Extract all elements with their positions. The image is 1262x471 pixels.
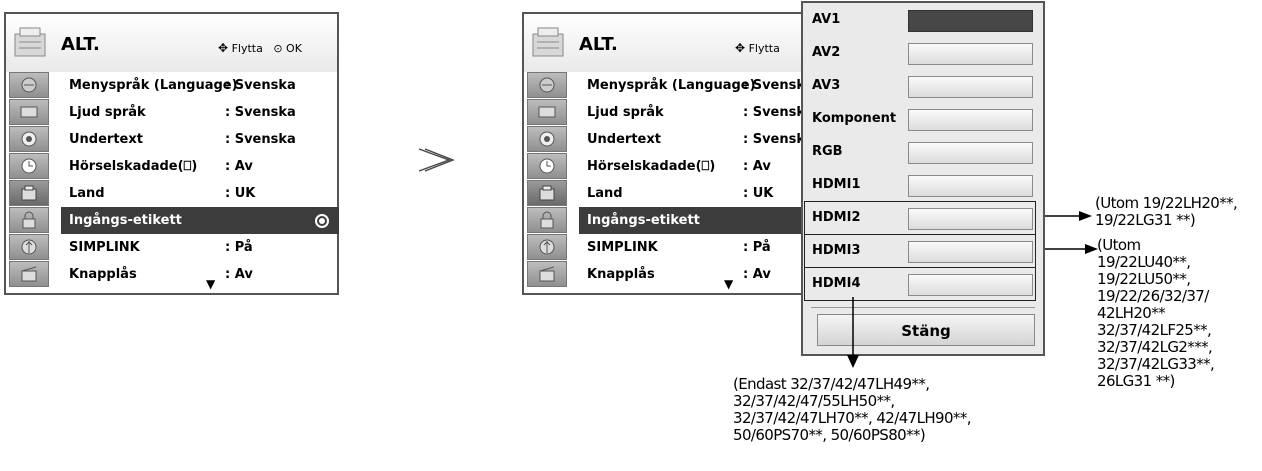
callout-arrows	[847, 211, 1098, 368]
hdmi4-arrowhead-icon	[847, 355, 859, 368]
hdmi4-model-note: (Endast 32/37/42/47LH49**, 32/37/42/47/5…	[733, 375, 971, 444]
hdmi2-model-note: (Utom 19/22LH20**, 19/22LG31 **)	[1095, 194, 1238, 229]
hdmi2-arrowhead-icon	[1079, 211, 1092, 221]
hdmi3-model-note: (Utom 19/22LU40**, 19/22LU50**, 19/22/26…	[1097, 236, 1215, 390]
